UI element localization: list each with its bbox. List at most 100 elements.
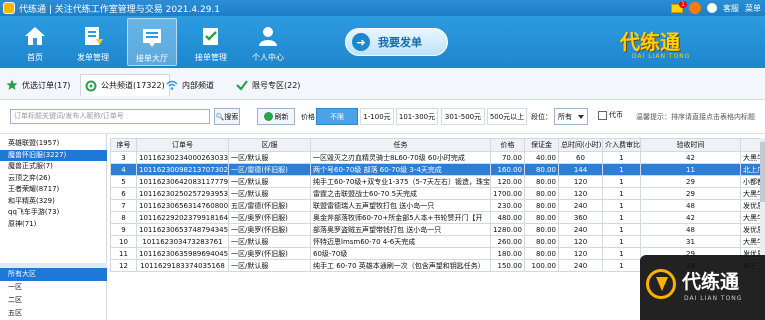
- table-cell: 160.00: [490, 163, 525, 176]
- token-checkbox[interactable]: [598, 110, 607, 120]
- table-cell: 一区/默认服: [228, 235, 311, 248]
- search-input[interactable]: 订单标题关键词/发布人昵称/订单号: [10, 109, 210, 124]
- table-cell: 11: [640, 163, 741, 176]
- table-row-selected[interactable]: 4 10116230098213707302 一区/雷德(怀旧服) 两个号60-70级…: [110, 163, 765, 176]
- price-option-500-plus[interactable]: 500元以上: [487, 108, 527, 125]
- scrollbar-thumb[interactable]: [760, 142, 765, 202]
- tab-limited-zone-label: 限号专区(22): [252, 80, 301, 90]
- tab-preferred-orders[interactable]: 优选订单(17): [6, 74, 70, 96]
- column-header[interactable]: 任务: [310, 138, 491, 152]
- tab-public-channel-label: 公共频道(17322): [101, 81, 165, 90]
- table-cell: 29: [640, 187, 741, 200]
- menu-link[interactable]: 菜单: [745, 3, 761, 14]
- nav-receive-orders-label: 接单管理: [195, 53, 227, 62]
- table-cell: 120: [558, 175, 603, 188]
- token-filter[interactable]: 代币: [598, 110, 623, 120]
- star-icon: [6, 79, 18, 90]
- table-cell: 101162303473283761: [136, 235, 229, 248]
- table-cell: 240: [558, 223, 603, 236]
- game-item[interactable]: 王者荣耀(8717): [0, 184, 107, 196]
- table-cell: 144: [558, 163, 603, 176]
- game-item[interactable]: 原神(71): [0, 219, 107, 231]
- table-cell: 120: [558, 247, 603, 260]
- table-cell: 联盟雷德瑞人五声望牧打包 送小岛一只: [310, 199, 491, 212]
- search-button[interactable]: 🔍 搜索: [214, 108, 240, 125]
- segment-select-value: 所有: [558, 112, 572, 121]
- column-header[interactable]: 价格: [490, 138, 525, 152]
- brand-subtitle: DAI LIAN TONG: [632, 53, 691, 60]
- game-item[interactable]: 云顶之弈(26): [0, 173, 107, 185]
- tab-internal-channel[interactable]: 内部频道: [166, 74, 214, 96]
- customer-service-link[interactable]: 客服: [723, 3, 739, 14]
- table-row[interactable]: 9 101162306537487943​45 一区/奥罗(怀旧服) 部落奥罗盗贼五声…: [110, 223, 765, 236]
- nav-receive-orders[interactable]: 接单管理: [186, 18, 236, 66]
- game-item[interactable]: qq飞车手游(73): [0, 207, 107, 219]
- segment-select[interactable]: 所有: [554, 108, 588, 125]
- nav-order-hall[interactable]: 接单大厅: [127, 18, 177, 66]
- table-cell: 31: [640, 235, 741, 248]
- table-row[interactable]: 7 101162306563147608​00 五区/雷德(怀旧服) 联盟雷德瑞人五声…: [110, 199, 765, 212]
- table-cell: 奥金斧部落牧师60-70+所金部5人本+书轮赞开门【开: [310, 211, 491, 224]
- price-option-101-300[interactable]: 101-300元: [396, 108, 438, 125]
- refresh-button-label: 刷新: [274, 112, 289, 121]
- nav-order-hall-label: 接单大厅: [136, 54, 168, 63]
- window-title: 代练通 | 关注代练工作室管理与交易 2021.4.29.1: [19, 4, 221, 15]
- mail-icon[interactable]: 1: [671, 0, 687, 13]
- column-header[interactable]: 序号: [110, 138, 137, 152]
- table-cell: 48: [640, 223, 741, 236]
- column-header[interactable]: 总时间(小时): [558, 138, 603, 152]
- table-cell: 1: [602, 247, 641, 260]
- table-row[interactable]: 5 101162306420831177795 一区/默认服 纯手工60-70级+双专…: [110, 175, 765, 188]
- price-option-301-500[interactable]: 301-500元: [441, 108, 485, 125]
- table-cell: 40.00: [524, 151, 559, 164]
- column-header[interactable]: 验收时间: [640, 138, 741, 152]
- column-header[interactable]: 区/服: [228, 138, 311, 152]
- column-header[interactable]: 订单号: [136, 138, 229, 152]
- tab-preferred-orders-label: 优选订单(17): [22, 80, 71, 90]
- column-header[interactable]: 保证金: [524, 138, 559, 152]
- table-cell: 120.00: [490, 175, 525, 188]
- table-cell: 101162302502572939​53: [136, 187, 229, 200]
- table-cell: 101162292023799181​64: [136, 211, 229, 224]
- price-option-1-100[interactable]: 1-100元: [360, 108, 394, 125]
- nav-send-orders[interactable]: 发单管理: [68, 18, 118, 66]
- nav-personal-center[interactable]: 个人中心: [243, 18, 293, 66]
- notification-icon[interactable]: [689, 2, 701, 14]
- table-row[interactable]: 6 101162302502572939​53 一区/默认服 雷霆之击联盟战士60-7…: [110, 187, 765, 200]
- customer-service-icon[interactable]: [707, 3, 717, 13]
- table-cell: 一区毁灭之刃血精灵骑士8L60-70级 60小时完成: [310, 151, 491, 164]
- table-cell: 一区/默认服: [228, 175, 311, 188]
- refresh-button[interactable]: 刷新: [257, 108, 295, 125]
- table-cell: 1: [602, 151, 641, 164]
- table-cell: 1: [602, 187, 641, 200]
- tab-public-channel[interactable]: 公共频道(17322): [80, 74, 170, 96]
- region-item[interactable]: 一区: [0, 281, 107, 294]
- tab-limited-zone[interactable]: 限号专区(22): [236, 74, 300, 96]
- table-row[interactable]: 3 101162302340002630338 一区/默认服 一区毁灭之刃血精灵骑士8…: [110, 151, 765, 164]
- tab-internal-channel-label: 内部频道: [182, 80, 214, 90]
- table-cell: 一区/奥罗(怀旧服): [228, 223, 311, 236]
- game-item[interactable]: 魔兽正式服(7): [0, 161, 107, 173]
- table-cell: 1700.00: [490, 187, 525, 200]
- game-item-selected[interactable]: 魔兽怀旧服(3227): [0, 149, 107, 161]
- table-cell: 120: [558, 235, 603, 248]
- price-option-any[interactable]: 不限: [316, 108, 358, 125]
- table-cell: 1: [602, 199, 641, 212]
- table-row[interactable]: 8 101162292023799181​64 一区/奥罗(怀旧服) 奥金斧部落牧师6…: [110, 211, 765, 224]
- brand-logo: 代练通 DAI LIAN TONG: [600, 18, 765, 68]
- order-table: 序号 订单号 区/服 任务 价格 保证金 总时间(小时) 介入费审比 验收时间 …: [110, 138, 765, 272]
- region-item[interactable]: 五区: [0, 307, 107, 320]
- table-row[interactable]: 10 101162303473283761 一区/默认服 怀特迈恩lmsm60-70 …: [110, 235, 765, 248]
- game-item[interactable]: 和平精英(329): [0, 196, 107, 208]
- table-cell: 48: [640, 199, 741, 212]
- column-header[interactable]: 介入费审比: [602, 138, 641, 152]
- region-item-selected[interactable]: 所有大区: [0, 268, 107, 281]
- game-item[interactable]: 英雄联盟(1957): [0, 138, 107, 150]
- table-cell: 1: [602, 235, 641, 248]
- table-cell: 8: [110, 211, 137, 224]
- nav-home[interactable]: 首页: [10, 18, 60, 66]
- region-item[interactable]: 二区: [0, 294, 107, 307]
- order-hall-icon: [139, 24, 165, 50]
- want-to-send-order-button[interactable]: ➜ 我要发单: [345, 28, 448, 56]
- table-cell: 230.00: [490, 199, 525, 212]
